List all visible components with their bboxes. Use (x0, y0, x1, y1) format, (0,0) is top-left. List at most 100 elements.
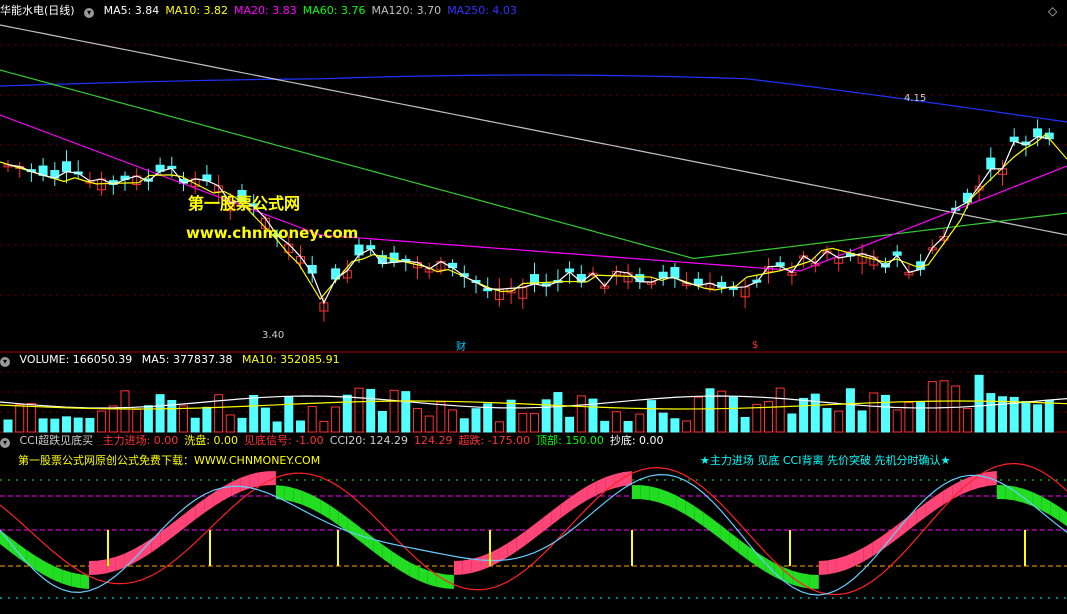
volume-bar (132, 408, 142, 433)
ad-text: 第一股票公式网原创公式免费下载：WWW.CHNMONEY.COM (18, 454, 321, 467)
volume-bar (705, 388, 715, 433)
volume-bar (342, 394, 352, 433)
cci-band (169, 518, 178, 540)
volume-bar (225, 414, 235, 433)
candle-body (670, 267, 680, 279)
cci-band (293, 487, 303, 505)
volume-bar (939, 380, 949, 433)
ma20-line (0, 114, 1067, 272)
volume-bar (740, 416, 750, 433)
volume-bar (974, 374, 984, 433)
volume-bar (272, 421, 282, 433)
volume-bar (436, 401, 446, 433)
volume-bar (986, 393, 996, 433)
cci-band (996, 485, 1006, 500)
candle-body (1033, 128, 1043, 138)
cci-band (845, 552, 855, 570)
volume-bar (377, 410, 387, 433)
volume-bar (62, 416, 71, 433)
cci-band (320, 499, 330, 519)
cci-band (124, 549, 134, 568)
volume-bar (296, 420, 305, 433)
volume-bar (307, 405, 317, 433)
volume-bar (787, 413, 797, 433)
ma-value-2: MA20: 3.83 (234, 4, 297, 17)
ma-value-1: MA10: 3.82 (165, 4, 229, 17)
volume-bar (530, 413, 539, 433)
cci-band (160, 525, 170, 547)
volume-bar (518, 413, 528, 433)
indicator-header: ▾ CCI超跌见底买 主力进场: 0.00 洗盘: 0.00 见底信号: -1.00… (0, 434, 676, 448)
cci-band (925, 496, 935, 518)
volume-bar (85, 417, 95, 433)
cci-band (1059, 506, 1067, 527)
collapse-diamond-icon[interactable]: ◇ (1048, 4, 1057, 18)
cci-band (240, 474, 250, 492)
cci-band (195, 498, 205, 520)
volume-bar (15, 404, 25, 433)
cci-band (133, 544, 143, 564)
cci-band (418, 566, 428, 585)
volume-bar (26, 403, 36, 433)
cci-band (738, 539, 748, 560)
ma-value-5: MA250: 4.03 (447, 4, 517, 17)
cci-band (729, 532, 739, 554)
cci-band (712, 518, 721, 540)
volume-bar (108, 405, 118, 433)
volume-bar (459, 418, 469, 433)
volume-bar (471, 408, 481, 433)
volume-bar (635, 413, 645, 433)
cci-band (284, 485, 294, 502)
volume-bar (623, 421, 633, 433)
volume-bar (1033, 404, 1043, 433)
candle-body (576, 274, 586, 283)
volume-bar (775, 387, 785, 433)
cci-band (329, 504, 339, 525)
volume-bar (494, 421, 504, 433)
volume-bar (120, 390, 130, 433)
cci-band (525, 524, 534, 546)
volume-settings-icon[interactable]: ▾ (0, 357, 10, 367)
ma-value-0: MA5: 3.84 (103, 4, 160, 17)
cci-band (462, 558, 472, 575)
indicator-settings-icon[interactable]: ▾ (0, 438, 10, 448)
cci-band (516, 531, 526, 552)
cci-band (1005, 485, 1015, 501)
cci-band (80, 574, 89, 589)
volume-bar (354, 387, 364, 433)
volume-bar (576, 395, 586, 433)
volume-bar (845, 388, 855, 433)
volume-bar (857, 410, 867, 433)
cci-band (311, 494, 321, 514)
volume-bar (506, 399, 516, 433)
cci-band (1050, 501, 1060, 521)
volume-bar (927, 381, 937, 433)
volume-bar (881, 394, 890, 433)
event-marker-cai: 财 (456, 342, 466, 353)
volume-bar (448, 409, 458, 433)
volume-bar (73, 417, 83, 433)
cci-band (551, 504, 561, 525)
cci-band (934, 490, 944, 511)
volume-bar (916, 401, 926, 433)
cci-band (578, 486, 588, 506)
cci-band (818, 560, 828, 575)
cci-band (836, 555, 846, 573)
cci-band (863, 542, 873, 562)
cci-band (872, 536, 882, 557)
indicator-value-5: 超跌: -175.00 (458, 434, 531, 447)
watermark-title: 第一股票公式网 (188, 194, 301, 213)
cci-band (658, 488, 668, 506)
indicator-value-7: 抄底: 0.00 (609, 434, 664, 447)
indicator-value-list: 主力进场: 0.00 洗盘: 0.00 见底信号: -1.00 CCI20: 124.… (103, 434, 670, 447)
cci-band (204, 492, 214, 513)
volume-bar (1021, 401, 1031, 433)
cci-band (827, 558, 837, 575)
settings-circle-icon[interactable]: ▾ (84, 8, 95, 18)
volume-bar (331, 406, 341, 433)
volume-bar (401, 391, 411, 433)
cci-band (222, 481, 232, 501)
cci-band (427, 570, 437, 587)
cci-band (631, 485, 641, 500)
low-price-label: 3.40 (262, 330, 285, 341)
